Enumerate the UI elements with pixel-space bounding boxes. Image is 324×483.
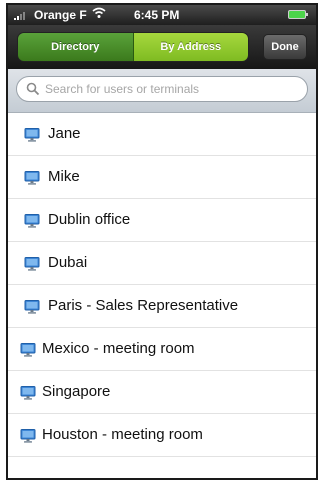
search-input[interactable] [45, 78, 295, 100]
list-item[interactable]: Dubai [8, 242, 316, 285]
list-item[interactable]: Singapore [8, 371, 316, 414]
monitor-icon [24, 256, 40, 272]
contact-list: Jane Mike Dublin office Dubai Paris - Sa… [8, 113, 316, 457]
search-bar [8, 69, 316, 113]
search-field[interactable] [16, 76, 308, 102]
monitor-icon [24, 127, 40, 143]
monitor-icon [20, 342, 36, 358]
list-item[interactable]: Jane [8, 113, 316, 156]
search-icon [26, 82, 40, 96]
segment-by-address[interactable]: By Address [133, 33, 248, 61]
contact-name: Dubai [48, 254, 88, 271]
list-item[interactable]: Mexico - meeting room [8, 328, 316, 371]
status-time: 6:45 PM [134, 8, 180, 22]
contact-name: Singapore [42, 383, 111, 400]
list-item[interactable]: Paris - Sales Representative [8, 285, 316, 328]
list-item[interactable]: Mike [8, 156, 316, 199]
contact-name: Dublin office [48, 211, 131, 228]
battery-icon [288, 10, 308, 19]
monitor-icon [24, 170, 40, 186]
segment-directory[interactable]: Directory [18, 33, 134, 61]
monitor-icon [20, 385, 36, 401]
done-button[interactable]: Done [263, 34, 307, 60]
carrier-name: Orange F [34, 8, 87, 22]
wifi-icon [92, 7, 106, 22]
contact-name: Jane [48, 125, 81, 142]
contact-name: Mike [48, 168, 80, 185]
signal-strength-icon [14, 11, 30, 20]
status-bar: Orange F 6:45 PM [8, 5, 316, 25]
monitor-icon [24, 299, 40, 315]
phone-screen: Orange F 6:45 PM Directory By Address Do… [6, 3, 318, 480]
list-item[interactable]: Houston - meeting room [8, 414, 316, 457]
list-item[interactable]: Dublin office [8, 199, 316, 242]
view-mode-segmented-control: Directory By Address [18, 33, 248, 61]
navigation-bar: Directory By Address Done [8, 25, 316, 69]
monitor-icon [20, 428, 36, 444]
contact-name: Paris - Sales Representative [48, 297, 239, 314]
contact-name: Mexico - meeting room [42, 340, 195, 357]
monitor-icon [24, 213, 40, 229]
contact-name: Houston - meeting room [42, 426, 203, 443]
